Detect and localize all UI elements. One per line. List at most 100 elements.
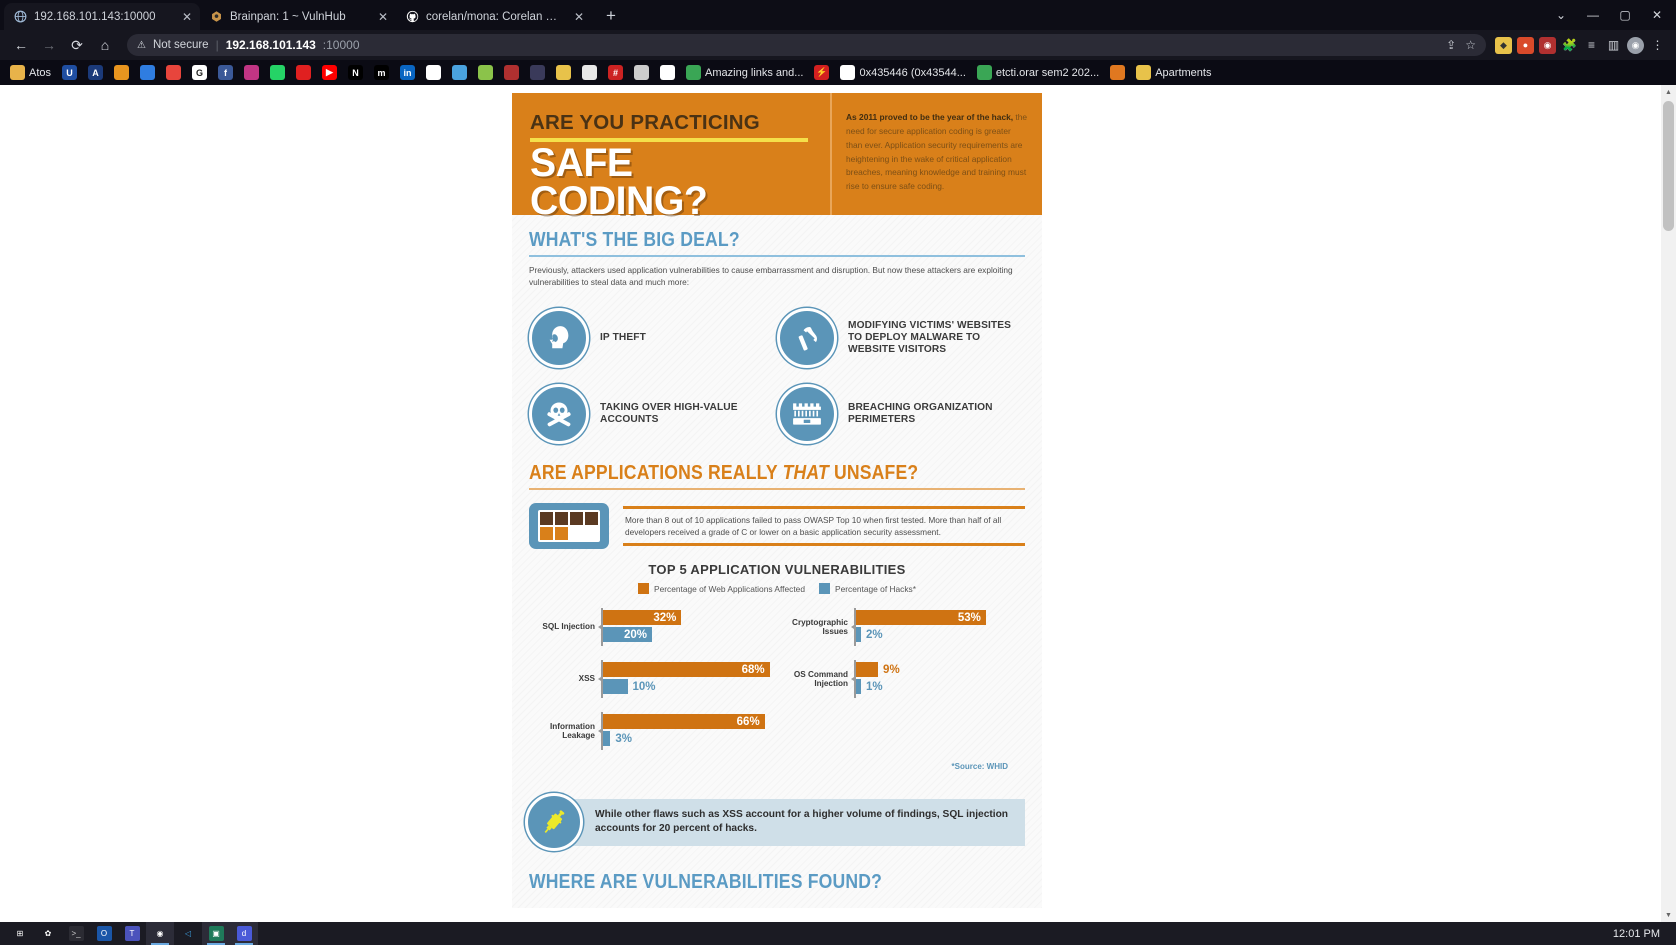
bookmark-item[interactable] (551, 63, 576, 82)
legend-swatch (637, 583, 649, 595)
bar-value-label: 3% (615, 732, 632, 745)
url-port: :10000 (322, 38, 360, 52)
bookmark-item[interactable]: ⚡ (809, 63, 834, 82)
bookmark-favicon-icon: m (374, 65, 390, 80)
bookmark-item[interactable]: # (603, 63, 628, 82)
stat-text-wrap: More than 8 out of 10 applications faile… (623, 506, 1025, 547)
close-icon[interactable]: ✕ (180, 10, 194, 24)
bookmark-item[interactable] (239, 63, 264, 82)
page-scrollbar[interactable]: ▲ ▼ (1661, 85, 1676, 923)
section-big-deal: WHAT'S THE BIG DEAL? Previously, attacke… (512, 215, 1042, 452)
bookmark-item[interactable] (655, 63, 680, 82)
browser-toolbar: ← → ⟳ ⌂ ⚠ Not secure | 192.168.101.143 :… (0, 30, 1676, 60)
bookmark-favicon-icon (270, 65, 286, 80)
url-host: 192.168.101.143 (225, 38, 316, 52)
chip-cell (570, 527, 583, 541)
bookmark-item[interactable]: Apartments (1131, 63, 1216, 82)
bookmark-item[interactable] (109, 63, 134, 82)
bookmark-item[interactable] (525, 63, 550, 82)
bookmark-favicon-icon: # (608, 65, 624, 80)
scroll-thumb[interactable] (1663, 101, 1674, 231)
kebab-menu-icon[interactable]: ⋮ (1649, 37, 1666, 54)
section-applications-unsafe: ARE APPLICATIONS REALLY THAT UNSAFE? Mor… (512, 462, 1042, 771)
bookmark-item[interactable]: U (57, 63, 82, 82)
maximize-button[interactable]: ▢ (1610, 1, 1640, 29)
bookmark-item[interactable]: 0x435446 (0x43544... (835, 63, 970, 82)
bar-pair: 53% 2% (856, 610, 1025, 644)
forward-icon[interactable]: → (36, 32, 62, 58)
bookmark-item[interactable] (447, 63, 472, 82)
outlook-button[interactable]: O (90, 922, 118, 945)
bookmark-item[interactable] (135, 63, 160, 82)
new-tab-button[interactable]: + (600, 6, 622, 26)
bookmark-item[interactable] (161, 63, 186, 82)
tab-0[interactable]: 192.168.101.143:10000 ✕ (4, 3, 200, 30)
bookmark-item[interactable] (499, 63, 524, 82)
scroll-up-arrow[interactable]: ▲ (1661, 85, 1676, 100)
puzzle-piece-icon[interactable]: 🧩 (1561, 37, 1578, 54)
bookmark-item[interactable] (629, 63, 654, 82)
tab-1[interactable]: Brainpan: 1 ~ VulnHub ✕ (200, 3, 396, 30)
bookmark-item[interactable]: f (213, 63, 238, 82)
teams-button[interactable]: T (118, 922, 146, 945)
bookmark-item[interactable]: etcti.orar sem2 202... (972, 63, 1104, 82)
chart-legend: Percentage of Web Applications Affected … (529, 583, 1025, 595)
chrome-button[interactable]: ◉ (146, 922, 174, 945)
chart-bar-group: Information Leakage 66% 3% (529, 712, 772, 751)
start-button[interactable]: ⊞ (6, 922, 34, 945)
bookmark-item[interactable]: Amazing links and... (681, 63, 808, 82)
section3-heading: WHERE ARE VULNERABILITIES FOUND? (529, 871, 883, 894)
tab-2[interactable]: corelan/mona: Corelan Repositor ✕ (396, 3, 592, 30)
bookmark-favicon-icon: ▶ (322, 65, 338, 80)
bookmark-item[interactable]: A (83, 63, 108, 82)
bookmark-item[interactable]: ▶ (317, 63, 342, 82)
side-panel-icon[interactable]: ▥ (1605, 37, 1622, 54)
bookmark-item[interactable] (1105, 63, 1130, 82)
star-icon[interactable]: ☆ (1465, 38, 1476, 52)
close-icon[interactable]: ✕ (572, 10, 586, 24)
bookmark-item[interactable]: N (343, 63, 368, 82)
back-icon[interactable]: ← (8, 32, 34, 58)
github-icon (405, 10, 419, 24)
vscode-button[interactable]: ◁ (174, 922, 202, 945)
bookmark-item[interactable] (473, 63, 498, 82)
bookmark-item[interactable]: in (395, 63, 420, 82)
close-window-button[interactable]: ✕ (1642, 1, 1672, 29)
settings-button[interactable]: ✿ (34, 922, 62, 945)
bookmark-favicon-icon: ⚡ (814, 65, 830, 80)
file-explorer-button[interactable]: ▣ (202, 922, 230, 945)
chart-columns: SQL Injection 32% 20% XSS 68% 10% Information … (529, 608, 1025, 764)
app-button[interactable]: d (230, 922, 258, 945)
tab-search-icon[interactable]: ⌄ (1546, 1, 1576, 29)
bookmark-item[interactable] (265, 63, 290, 82)
bookmark-item[interactable] (577, 63, 602, 82)
close-icon[interactable]: ✕ (376, 10, 390, 24)
bookmark-item[interactable] (421, 63, 446, 82)
not-secure-warning-icon[interactable]: ⚠ (137, 40, 146, 51)
bookmark-item[interactable]: G (187, 63, 212, 82)
section2-heading-emphasis: THAT (782, 462, 829, 485)
bookmark-item[interactable]: Atos (5, 63, 56, 82)
terminal-button[interactable]: >_ (62, 922, 90, 945)
profile-avatar-icon[interactable]: ◉ (1627, 36, 1644, 54)
reload-icon[interactable]: ⟳ (64, 32, 90, 58)
bar-percentage-hacks: 1% (856, 679, 883, 695)
tab-title: corelan/mona: Corelan Repositor (426, 10, 565, 23)
extension-icon-2[interactable]: ● (1517, 36, 1534, 54)
threat-icon-grid: IP THEFT MODIFYING VICTIMS' WEBSITES TO … (529, 300, 1025, 452)
reading-list-icon[interactable]: ≡ (1583, 37, 1600, 54)
tab-strip: 192.168.101.143:10000 ✕ Brainpan: 1 ~ Vu… (0, 0, 1676, 30)
minimize-button[interactable]: — (1578, 1, 1608, 29)
address-bar[interactable]: ⚠ Not secure | 192.168.101.143 :10000 ⇪ … (127, 34, 1486, 56)
section1-rule (529, 255, 1025, 257)
share-icon[interactable]: ⇪ (1446, 38, 1456, 52)
extension-icon-1[interactable]: ◆ (1495, 36, 1512, 54)
scroll-down-arrow[interactable]: ▼ (1661, 908, 1676, 923)
section1-heading: WHAT'S THE BIG DEAL? (529, 229, 740, 251)
syringe-icon (525, 793, 583, 852)
bookmark-item[interactable]: m (369, 63, 394, 82)
extension-icon-3[interactable]: ◉ (1539, 36, 1556, 54)
home-icon[interactable]: ⌂ (92, 32, 118, 58)
legend-entry-orange: Percentage of Web Applications Affected (637, 583, 805, 595)
bookmark-item[interactable] (291, 63, 316, 82)
